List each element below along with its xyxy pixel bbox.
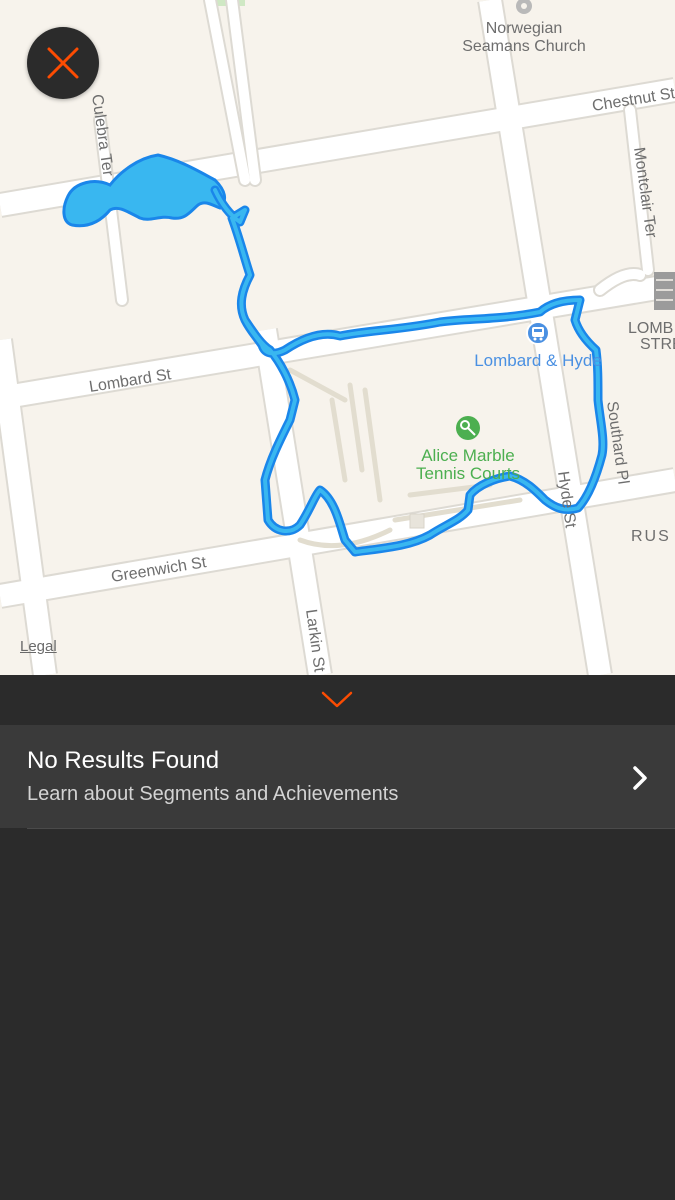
label-alice-marble-2: Tennis Courts [416, 464, 520, 483]
label-lombard-street-1: LOMB [628, 320, 673, 337]
bus-stop-icon [526, 321, 550, 345]
chevron-right-icon [633, 766, 647, 790]
segments-results-row[interactable]: No Results Found Learn about Segments an… [0, 725, 675, 828]
label-lombard-street-2: STRE [640, 336, 675, 353]
results-subtitle: Learn about Segments and Achievements [27, 783, 399, 805]
label-lombard-hyde: Lombard & Hyde [474, 351, 602, 370]
label-culebra-ter: Culebra Ter [88, 93, 116, 178]
label-norwegian-church-2: Seamans Church [462, 38, 586, 55]
empty-content-area [0, 829, 675, 1200]
label-russian-hill: RUS [631, 528, 671, 545]
tennis-icon [456, 416, 480, 440]
map-view[interactable]: Norwegian Seamans Church Chestnut St Cul… [0, 0, 675, 675]
chevron-down-icon [321, 691, 353, 708]
legal-link[interactable]: Legal [20, 638, 57, 655]
collapse-map-button[interactable] [0, 675, 675, 725]
results-title: No Results Found [27, 747, 220, 774]
church-pin-icon [516, 0, 532, 14]
close-button[interactable] [27, 27, 99, 99]
close-icon [47, 47, 79, 79]
map-canvas: Norwegian Seamans Church Chestnut St Cul… [0, 0, 675, 675]
label-alice-marble-1: Alice Marble [421, 446, 515, 465]
label-norwegian-church-1: Norwegian [486, 20, 562, 37]
